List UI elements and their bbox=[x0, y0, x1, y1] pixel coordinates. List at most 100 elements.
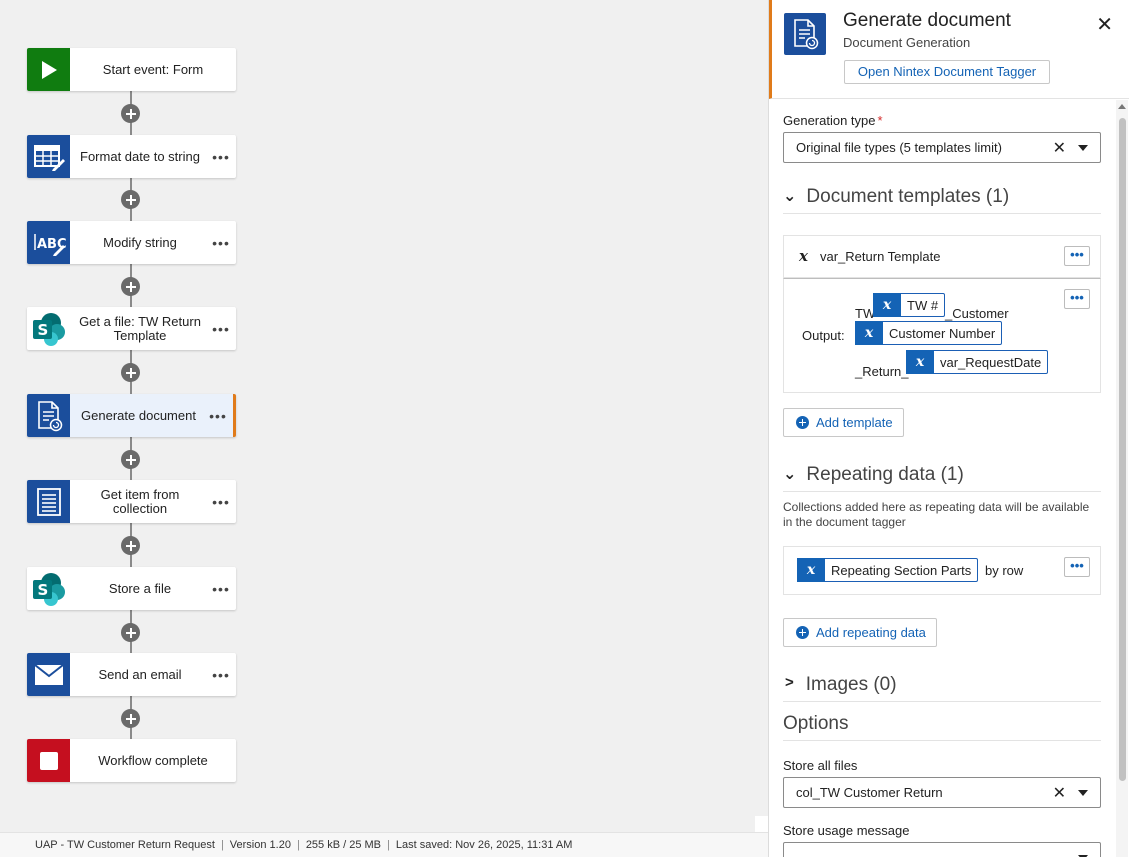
generation-type-select[interactable]: Original file types (5 templates limit) … bbox=[783, 132, 1101, 163]
store-all-files-select[interactable]: col_TW Customer Return ✕ bbox=[783, 777, 1101, 808]
repeating-data-item[interactable]: x Repeating Section Parts by row ••• bbox=[783, 546, 1101, 595]
store-usage-message-select[interactable] bbox=[783, 842, 1101, 857]
list-icon bbox=[27, 480, 70, 523]
variable-icon: x bbox=[799, 247, 808, 265]
sharepoint-icon: S bbox=[27, 307, 70, 350]
abc-edit-icon: ABC bbox=[27, 221, 70, 264]
step-label: Store a file bbox=[108, 580, 172, 596]
chevron-down-icon[interactable]: ⌄ bbox=[783, 464, 796, 484]
add-repeating-data-button[interactable]: Add repeating data bbox=[783, 618, 937, 647]
step-menu-button[interactable]: ••• bbox=[210, 667, 232, 683]
action-config-panel: Generate document Document Generation Op… bbox=[768, 0, 1129, 857]
document-generate-icon bbox=[784, 13, 826, 55]
sharepoint-icon: S bbox=[27, 567, 70, 610]
repeating-data-title: Repeating data (1) bbox=[806, 464, 964, 485]
step-menu-button[interactable]: ••• bbox=[210, 321, 232, 337]
output-text: _Return_ bbox=[855, 364, 909, 379]
panel-body[interactable]: Generation type * Original file types (5 … bbox=[769, 100, 1115, 857]
template-item[interactable]: x var_Return Template ••• bbox=[783, 235, 1101, 278]
canvas-corner bbox=[755, 816, 768, 832]
template-menu-button[interactable]: ••• bbox=[1064, 246, 1090, 266]
close-icon[interactable]: ✕ bbox=[1096, 12, 1113, 37]
step-format-date[interactable]: Format date to string ••• bbox=[27, 135, 236, 178]
step-get-item-from-collection[interactable]: Get item from collection ••• bbox=[27, 480, 236, 523]
add-step-button[interactable] bbox=[121, 190, 140, 209]
store-usage-message-label: Store usage message bbox=[783, 823, 910, 838]
step-menu-button[interactable]: ••• bbox=[210, 494, 232, 510]
output-menu-button[interactable]: ••• bbox=[1064, 289, 1090, 309]
panel-scrollbar[interactable] bbox=[1116, 100, 1128, 857]
add-step-button[interactable] bbox=[121, 277, 140, 296]
step-menu-button[interactable]: ••• bbox=[210, 581, 232, 597]
chevron-right-icon[interactable]: > bbox=[785, 674, 794, 691]
step-workflow-complete[interactable]: Workflow complete bbox=[27, 739, 236, 782]
step-menu-button[interactable]: ••• bbox=[207, 408, 229, 424]
step-label: Format date to string bbox=[80, 148, 200, 164]
output-variable-chip[interactable]: x TW # bbox=[873, 293, 946, 317]
add-step-button[interactable] bbox=[121, 363, 140, 382]
output-variable-chip[interactable]: x var_RequestDate bbox=[906, 350, 1049, 374]
panel-title: Generate document bbox=[843, 10, 1011, 31]
repeating-menu-button[interactable]: ••• bbox=[1064, 557, 1090, 577]
add-step-button[interactable] bbox=[121, 623, 140, 642]
workflow-size: 255 kB / 25 MB bbox=[305, 839, 382, 851]
step-menu-button[interactable]: ••• bbox=[210, 235, 232, 251]
images-section[interactable]: > Images (0) bbox=[783, 674, 1101, 702]
scrollbar-thumb[interactable] bbox=[1119, 118, 1126, 781]
workflow-canvas[interactable]: Start event: Form Format date to string … bbox=[0, 0, 768, 857]
workflow-version: Version 1.20 bbox=[229, 839, 291, 851]
chevron-down-icon[interactable]: ⌄ bbox=[783, 186, 796, 206]
stop-icon bbox=[27, 739, 70, 782]
step-get-file[interactable]: S Get a file: TW Return Template ••• bbox=[27, 307, 236, 350]
step-label: Modify string bbox=[103, 234, 177, 250]
repeating-variable-chip[interactable]: x Repeating Section Parts bbox=[797, 558, 979, 582]
workflow-name: UAP - TW Customer Return Request bbox=[35, 839, 215, 851]
add-step-button[interactable] bbox=[121, 536, 140, 555]
output-label: Output: bbox=[802, 328, 845, 343]
variable-icon: x bbox=[906, 350, 934, 374]
store-all-files-label: Store all files bbox=[783, 758, 858, 773]
chevron-down-icon[interactable] bbox=[1078, 144, 1088, 151]
document-templates-section[interactable]: ⌄ Document templates (1) bbox=[783, 186, 1101, 214]
repeating-data-section[interactable]: ⌄ Repeating data (1) bbox=[783, 464, 1101, 492]
step-store-file[interactable]: S Store a file ••• bbox=[27, 567, 236, 610]
template-name: var_Return Template bbox=[820, 249, 941, 264]
step-label: Send an email bbox=[98, 666, 182, 682]
step-modify-string[interactable]: ABC Modify string ••• bbox=[27, 221, 236, 264]
generation-type-value: Original file types (5 templates limit) bbox=[796, 140, 1002, 155]
panel-header: Generate document Document Generation Op… bbox=[769, 0, 1129, 99]
repeating-data-help: Collections added here as repeating data… bbox=[783, 500, 1090, 529]
clear-icon[interactable]: ✕ bbox=[1053, 783, 1066, 803]
chevron-down-icon[interactable] bbox=[1078, 789, 1088, 796]
add-circle-icon bbox=[796, 626, 809, 639]
options-title: Options bbox=[783, 713, 849, 734]
add-template-button[interactable]: Add template bbox=[783, 408, 904, 437]
clear-icon[interactable]: ✕ bbox=[1053, 138, 1066, 158]
output-variable-chip[interactable]: x Customer Number bbox=[855, 321, 1003, 345]
step-send-email[interactable]: Send an email ••• bbox=[27, 653, 236, 696]
step-menu-button[interactable]: ••• bbox=[210, 149, 232, 165]
add-circle-icon bbox=[796, 416, 809, 429]
scroll-up-icon[interactable] bbox=[1118, 104, 1126, 109]
step-label: Get item from collection bbox=[100, 486, 180, 516]
step-label: Start event: Form bbox=[102, 61, 204, 77]
step-label: Generate document bbox=[81, 407, 196, 423]
step-label: Workflow complete bbox=[98, 752, 208, 768]
variable-icon: x bbox=[855, 321, 883, 345]
output-text: _Customer bbox=[945, 306, 1009, 321]
generation-type-label: Generation type * bbox=[783, 113, 883, 128]
step-generate-document[interactable]: Generate document ••• bbox=[27, 394, 236, 437]
envelope-icon bbox=[27, 653, 70, 696]
open-document-tagger-button[interactable]: Open Nintex Document Tagger bbox=[844, 60, 1050, 84]
last-saved: Last saved: Nov 26, 2025, 11:31 AM bbox=[395, 839, 573, 851]
add-step-button[interactable] bbox=[121, 450, 140, 469]
required-marker: * bbox=[877, 113, 883, 128]
svg-text:S: S bbox=[37, 581, 48, 599]
add-step-button[interactable] bbox=[121, 709, 140, 728]
panel-subtitle: Document Generation bbox=[843, 35, 971, 50]
step-label: Get a file: TW Return Template bbox=[79, 313, 201, 343]
repeating-suffix: by row bbox=[985, 563, 1024, 578]
step-start-event[interactable]: Start event: Form bbox=[27, 48, 236, 91]
play-icon bbox=[27, 48, 70, 91]
add-step-button[interactable] bbox=[121, 104, 140, 123]
